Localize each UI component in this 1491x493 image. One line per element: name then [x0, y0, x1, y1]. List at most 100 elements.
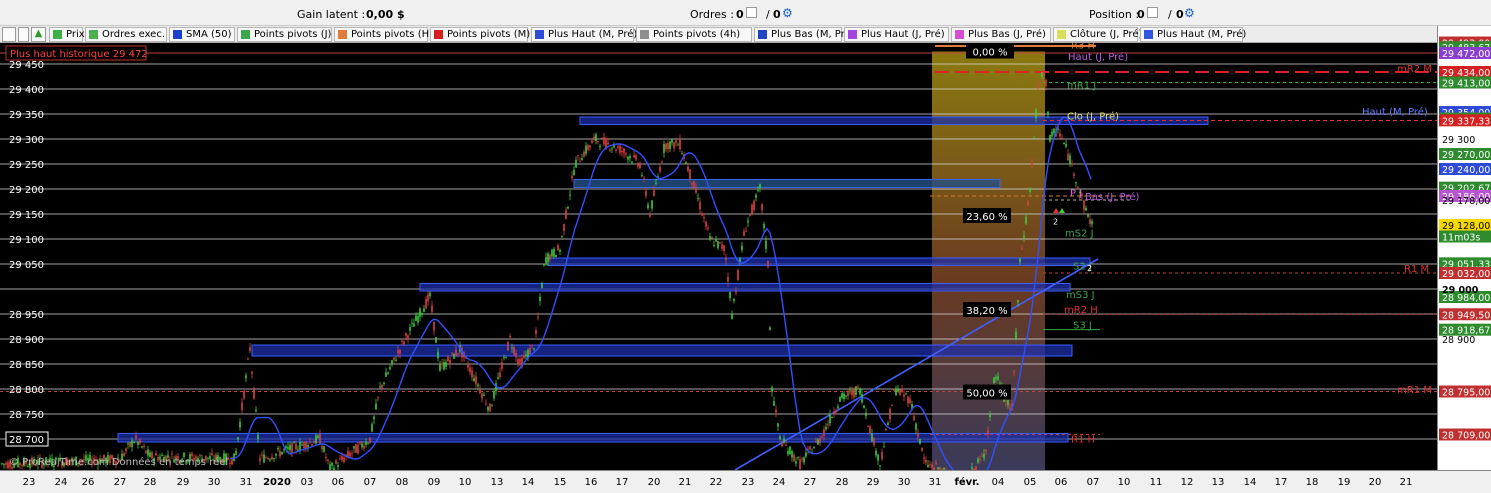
level-label: Haut (J, Pré) [1068, 51, 1128, 63]
candle-body [931, 464, 933, 468]
candle-body [925, 460, 927, 463]
candle-body [733, 299, 735, 301]
x-tick-label: 28 [143, 477, 157, 488]
candle-body [451, 352, 453, 354]
legend-item[interactable]: Plus Bas (J, Pré) [951, 27, 1051, 42]
price-tag-label: 29 240,00 [1442, 165, 1490, 176]
candle-body [587, 145, 589, 150]
legend-item[interactable]: Plus Haut (M, Pré) [1140, 27, 1246, 42]
candle-body [583, 151, 585, 157]
candle-body [693, 180, 695, 188]
legend-swatch-icon [1144, 30, 1153, 39]
position-gear-icon[interactable]: ⚙ [1184, 6, 1195, 20]
candle-body [989, 413, 991, 417]
candle-body [927, 464, 929, 467]
candle-body [905, 393, 907, 395]
candle-body [575, 159, 577, 168]
x-tick-label: 15 [553, 477, 567, 488]
candle-body [161, 455, 163, 457]
legend-item[interactable]: SMA (50) [169, 27, 235, 42]
candle-body [411, 322, 413, 324]
checkbox-icon[interactable] [18, 27, 29, 42]
collapse-icon[interactable] [2, 27, 16, 42]
legend-label: Plus Haut (J, Pré) [861, 29, 945, 40]
legend-item[interactable]: Ordres exec. [85, 27, 167, 42]
candle-body [379, 386, 381, 388]
time-axis[interactable]: 23 24 26 27 28 29 30 31 2020 03 06 07 08 09 10 13 14 15 16… [0, 470, 1491, 493]
legend-item[interactable]: Prix [49, 27, 85, 42]
legend-item[interactable]: Points pivots (4h) [636, 27, 752, 42]
candle-body [841, 392, 843, 398]
candle-body [869, 426, 871, 434]
candle-body [307, 445, 309, 448]
candle-body [545, 257, 547, 264]
candle-body [649, 213, 651, 217]
candle-body [341, 456, 343, 460]
trade-marker: 2 [1087, 264, 1092, 273]
candle-body [651, 200, 653, 209]
candle-body [717, 241, 719, 248]
gain-label: Gain latent : [297, 8, 366, 21]
arrow-up-icon[interactable]: ▲ [31, 27, 46, 42]
right-price-scale[interactable]: 29 493,0029 483,6729 472,0029 434,0029 4… [1437, 26, 1491, 470]
candle-body [239, 421, 241, 428]
status-bar: Gain latent : 0,00 $ Ordres : 0 / 0 ⚙ Po… [0, 0, 1491, 26]
legend-item[interactable]: Points pivots (M) [430, 27, 531, 42]
support-resistance-zone [117, 433, 1069, 443]
candle-body [457, 353, 459, 355]
candle-body [599, 146, 601, 148]
candle-body [1033, 137, 1035, 139]
candle-body [609, 149, 611, 151]
support-resistance-zone [251, 344, 1073, 357]
legend-item[interactable]: Clôture (J, Pré) [1053, 27, 1142, 42]
candle-body [1021, 248, 1023, 250]
right-tick-label: 29 000 [1442, 285, 1479, 296]
chart-plot-area[interactable]: 29 450 29 400 29 350 29 300 29 250 29 200 29 1… [0, 43, 1437, 470]
position-list-icon[interactable] [1147, 7, 1158, 18]
candle-body [909, 398, 911, 404]
candle-body [585, 145, 587, 154]
candle-body [563, 223, 565, 231]
candle-body [603, 137, 605, 145]
candle-body [487, 406, 489, 411]
legend-label: Points pivots (M) [447, 29, 531, 40]
x-tick-label: 09 [427, 477, 441, 488]
candle-body [171, 453, 173, 455]
candle-body [355, 444, 357, 454]
candle-body [721, 244, 723, 249]
candle-body [337, 465, 339, 467]
y-tick-label: 28 950 [9, 310, 44, 321]
y-tick-label: 29 100 [9, 235, 44, 246]
legend-item[interactable]: Plus Bas (M, Pré) [754, 27, 855, 42]
orders-gear-icon[interactable]: ⚙ [782, 6, 793, 20]
candle-body [589, 145, 591, 148]
y-tick-label: 28 850 [9, 360, 44, 371]
candle-body [559, 249, 561, 252]
candle-body [573, 169, 575, 175]
candle-body [561, 235, 563, 237]
candle-body [697, 198, 699, 200]
candle-body [851, 390, 853, 395]
candle-body [325, 456, 327, 458]
candle-body [895, 388, 897, 396]
level-label: R1 M [1404, 264, 1429, 275]
candle-body [565, 209, 567, 219]
legend-item[interactable]: Plus Haut (M, Pré) [531, 27, 637, 42]
candle-body [363, 445, 365, 449]
legend-item[interactable]: Points pivots (H) [334, 27, 433, 42]
candle-body [769, 327, 771, 331]
legend-item[interactable]: Points pivots (J) [237, 27, 332, 42]
x-tick-label: 24 [54, 477, 68, 488]
candle-body [467, 364, 469, 368]
candle-body [681, 153, 683, 155]
candle-body [711, 237, 713, 239]
candle-body [449, 359, 451, 365]
candle-body [1059, 133, 1061, 137]
legend-item[interactable]: Plus Haut (J, Pré) [844, 27, 949, 42]
candle-body [401, 340, 403, 342]
candle-body [577, 155, 579, 157]
candle-body [595, 134, 597, 141]
candle-body [361, 443, 363, 448]
orders-list-icon[interactable] [746, 7, 757, 18]
candle-body [855, 386, 857, 395]
